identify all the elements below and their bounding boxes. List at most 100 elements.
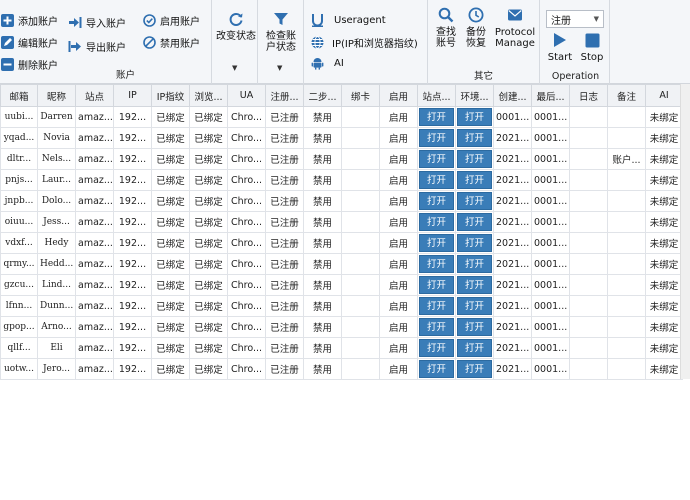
- open-environment-button[interactable]: 打开: [457, 108, 492, 126]
- column-header[interactable]: 二步...: [303, 84, 342, 107]
- ai-button[interactable]: AI: [310, 53, 344, 73]
- open-site-button[interactable]: 打开: [419, 129, 454, 147]
- stop-button[interactable]: Stop: [578, 31, 606, 63]
- column-header[interactable]: 邮箱: [0, 84, 38, 107]
- open-site-button[interactable]: 打开: [419, 276, 454, 294]
- ip-fingerprint-button[interactable]: IP(IP和浏览器指纹): [310, 32, 418, 52]
- open-cell: 打开: [417, 295, 456, 317]
- open-environment-button[interactable]: 打开: [457, 297, 492, 315]
- table-cell: [607, 337, 646, 359]
- change-status-button[interactable]: 改变状态: [214, 10, 258, 42]
- open-environment-button[interactable]: 打开: [457, 192, 492, 210]
- table-row[interactable]: gzcu... Lind... amaz... 192... 已绑定 已绑定 Chro...…: [0, 274, 683, 296]
- column-header[interactable]: 站点: [75, 84, 114, 107]
- check-status-dropdown-icon[interactable]: ▼: [277, 64, 282, 72]
- table-cell: [341, 232, 380, 254]
- open-environment-button[interactable]: 打开: [457, 255, 492, 273]
- table-cell: 已绑定: [189, 316, 228, 338]
- table-row[interactable]: uubi... Darren amaz... 192... 已绑定 已绑定 Chro... 已…: [0, 106, 683, 128]
- column-header[interactable]: 环境...: [455, 84, 494, 107]
- table-row[interactable]: qrmy... Hedd... amaz... 192... 已绑定 已绑定 Chro...…: [0, 253, 683, 275]
- start-button[interactable]: Start: [546, 31, 574, 63]
- open-environment-button[interactable]: 打开: [457, 360, 492, 378]
- table-row[interactable]: oiuu... Jess... amaz... 192... 已绑定 已绑定 Chro...…: [0, 211, 683, 233]
- vertical-scrollbar[interactable]: [680, 84, 690, 379]
- open-site-button[interactable]: 打开: [419, 339, 454, 357]
- table-row[interactable]: qllf... Eli amaz... 192... 已绑定 已绑定 Chro... 已注册禁…: [0, 337, 683, 359]
- check-status-button[interactable]: 检查账 户状态: [259, 10, 303, 53]
- column-header[interactable]: 创建...: [493, 84, 532, 107]
- table-row[interactable]: jnpb... Dolo... amaz... 192... 已绑定 已绑定 Chro...…: [0, 190, 683, 212]
- open-site-button[interactable]: 打开: [419, 255, 454, 273]
- export-account-button[interactable]: 导出账户: [68, 36, 126, 56]
- table-row[interactable]: dltr... Nels... amaz... 192... 已绑定 已绑定 Chro...…: [0, 148, 683, 170]
- column-header[interactable]: IP指纹: [151, 84, 190, 107]
- column-header[interactable]: 浏览...: [189, 84, 228, 107]
- open-site-button[interactable]: 打开: [419, 234, 454, 252]
- table-cell: [341, 169, 380, 191]
- column-header[interactable]: 最后...: [531, 84, 570, 107]
- import-account-button[interactable]: 导入账户: [68, 12, 126, 32]
- open-site-button[interactable]: 打开: [419, 213, 454, 231]
- open-environment-button[interactable]: 打开: [457, 213, 492, 231]
- table-row[interactable]: gpop... Arno... amaz... 192... 已绑定 已绑定 Chro...…: [0, 316, 683, 338]
- accounts-table: 邮箱 昵称 站点 IP IP指纹 浏览... UA 注册... 二步... 绑卡 启用 站点... 环境…: [0, 84, 683, 380]
- open-cell: 打开: [417, 253, 456, 275]
- table-cell: qllf...: [0, 337, 38, 359]
- backup-restore-button[interactable]: 备份 恢复: [462, 6, 490, 49]
- enable-account-button[interactable]: 启用账户: [142, 10, 200, 30]
- table-cell: [569, 232, 608, 254]
- table-cell: Chro...: [227, 190, 266, 212]
- column-header[interactable]: 昵称: [37, 84, 76, 107]
- column-header[interactable]: 启用: [379, 84, 418, 107]
- column-header[interactable]: UA: [227, 84, 266, 107]
- edit-account-button[interactable]: 编辑账户: [0, 32, 58, 52]
- table-row[interactable]: vdxf... Hedy amaz... 192... 已绑定 已绑定 Chro... 已注册…: [0, 232, 683, 254]
- search-account-button[interactable]: 查找 账号: [432, 6, 460, 49]
- table-row[interactable]: uotw... Jero... amaz... 192... 已绑定 已绑定 Chro...…: [0, 358, 683, 380]
- column-header[interactable]: 站点...: [417, 84, 456, 107]
- column-header[interactable]: 备注: [607, 84, 646, 107]
- open-cell: 打开: [455, 337, 494, 359]
- table-cell: Chro...: [227, 106, 266, 128]
- open-site-button[interactable]: 打开: [419, 318, 454, 336]
- open-site-button[interactable]: 打开: [419, 297, 454, 315]
- open-cell: 打开: [455, 274, 494, 296]
- open-cell: 打开: [417, 127, 456, 149]
- column-header[interactable]: IP: [113, 84, 152, 107]
- open-environment-button[interactable]: 打开: [457, 318, 492, 336]
- useragent-button[interactable]: Useragent: [310, 10, 386, 30]
- open-site-button[interactable]: 打开: [419, 192, 454, 210]
- check-status-group: 检查账 户状态 ▼: [258, 0, 304, 84]
- column-header[interactable]: 注册...: [265, 84, 304, 107]
- open-environment-button[interactable]: 打开: [457, 339, 492, 357]
- operation-mode-select[interactable]: 注册 ▼: [546, 10, 604, 28]
- column-header[interactable]: 日志: [569, 84, 608, 107]
- table-cell: amaz...: [75, 337, 114, 359]
- table-cell: 已绑定: [189, 169, 228, 191]
- table-cell: 禁用: [303, 211, 342, 233]
- column-header[interactable]: 绑卡: [341, 84, 380, 107]
- open-environment-button[interactable]: 打开: [457, 129, 492, 147]
- table-cell: 禁用: [303, 106, 342, 128]
- open-site-button[interactable]: 打开: [419, 150, 454, 168]
- table-cell: [341, 106, 380, 128]
- open-environment-button[interactable]: 打开: [457, 234, 492, 252]
- add-account-button[interactable]: 添加账户: [0, 10, 58, 30]
- table-cell: [569, 169, 608, 191]
- open-site-button[interactable]: 打开: [419, 171, 454, 189]
- table-cell: [569, 211, 608, 233]
- open-environment-button[interactable]: 打开: [457, 171, 492, 189]
- disable-account-button[interactable]: 禁用账户: [142, 32, 200, 52]
- open-environment-button[interactable]: 打开: [457, 276, 492, 294]
- open-environment-button[interactable]: 打开: [457, 150, 492, 168]
- column-header[interactable]: AI: [645, 84, 683, 107]
- change-status-dropdown-icon[interactable]: ▼: [232, 64, 237, 72]
- open-site-button[interactable]: 打开: [419, 108, 454, 126]
- protocol-manage-button[interactable]: Protocol Manage: [492, 6, 538, 49]
- table-cell: 2021...: [493, 295, 532, 317]
- table-row[interactable]: yqad... Novia amaz... 192... 已绑定 已绑定 Chro... 已注…: [0, 127, 683, 149]
- open-site-button[interactable]: 打开: [419, 360, 454, 378]
- table-row[interactable]: lfnn... Dunn... amaz... 192... 已绑定 已绑定 Chro...…: [0, 295, 683, 317]
- table-row[interactable]: pnjs... Laur... amaz... 192... 已绑定 已绑定 Chro...…: [0, 169, 683, 191]
